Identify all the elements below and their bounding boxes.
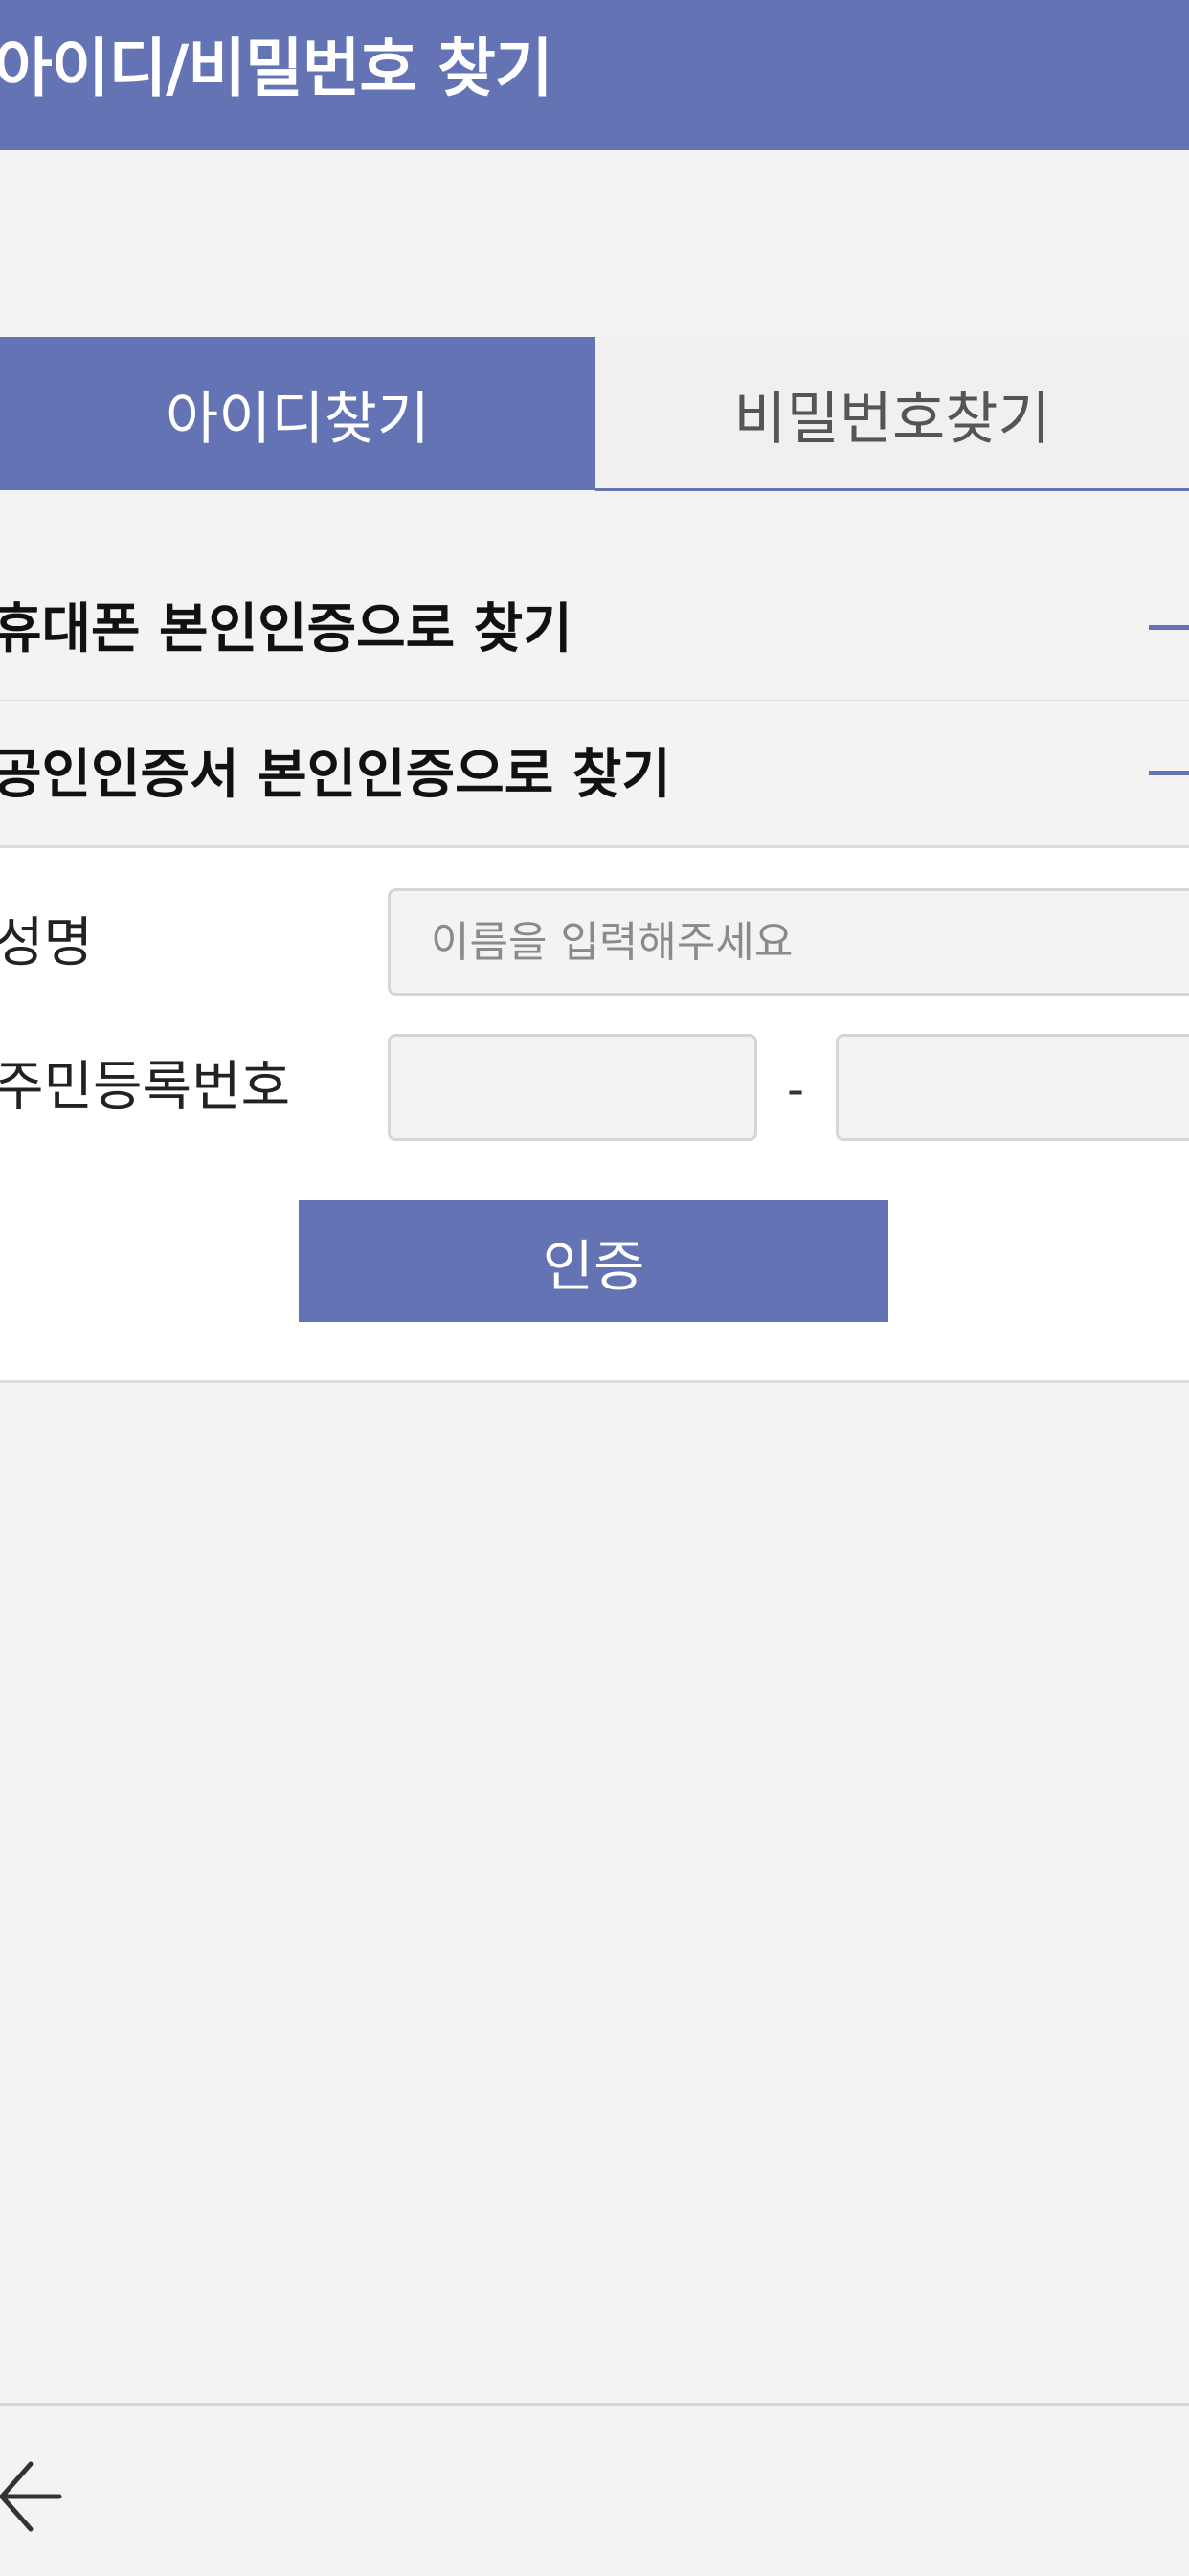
tab-find-password[interactable]: 비밀번호찾기 (595, 337, 1189, 490)
certificate-form: 성명 주민등록번호 - 인증 (0, 848, 1189, 1383)
section-phone-verification[interactable]: 휴대폰 본인인증으로 찾기 (0, 555, 1189, 703)
page-title: 아이디/비밀번호 찾기 (0, 32, 553, 105)
back-arrow-icon[interactable] (0, 2451, 63, 2542)
section-certificate-verification[interactable]: 공인인증서 본인인증으로 찾기 (0, 701, 1189, 848)
app-header: 아이디/비밀번호 찾기 (0, 0, 1189, 150)
minus-icon[interactable] (1149, 625, 1189, 630)
section-certificate-label: 공인인증서 본인인증으로 찾기 (0, 744, 671, 806)
section-phone-label: 휴대폰 본인인증으로 찾기 (0, 598, 572, 661)
bottom-nav-bar (0, 2403, 1189, 2576)
tab-underline (595, 488, 1189, 491)
verify-button[interactable]: 인증 (299, 1200, 888, 1322)
name-input[interactable] (388, 888, 1189, 996)
rrn-label: 주민등록번호 (0, 1056, 291, 1118)
rrn-separator: - (787, 1062, 805, 1117)
rrn-second-input[interactable] (836, 1034, 1189, 1141)
tab-bar: 아이디찾기 비밀번호찾기 (0, 337, 1189, 490)
rrn-first-input[interactable] (388, 1034, 757, 1141)
tab-find-id[interactable]: 아이디찾기 (0, 337, 595, 490)
minus-icon[interactable] (1149, 771, 1189, 775)
name-label: 성명 (0, 912, 94, 974)
